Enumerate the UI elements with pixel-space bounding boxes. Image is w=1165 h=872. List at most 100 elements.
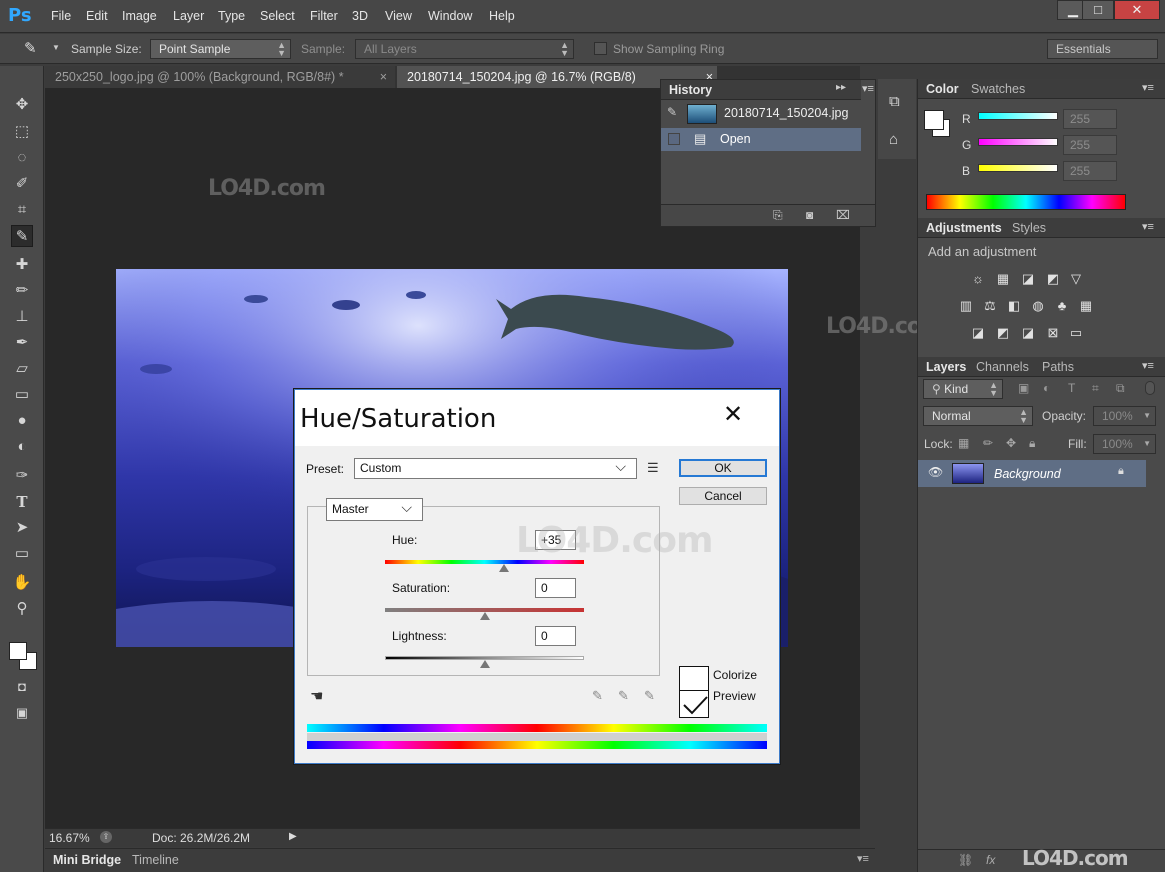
ok-button[interactable]: OK bbox=[679, 459, 767, 477]
threshold-icon[interactable]: ◪ bbox=[1020, 325, 1036, 341]
state-checkbox[interactable] bbox=[668, 133, 680, 145]
new-document-icon[interactable]: ⎘ bbox=[773, 208, 783, 223]
lightness-field[interactable]: 0 bbox=[535, 626, 576, 646]
gradient-tool-icon[interactable]: ▭ bbox=[11, 384, 33, 406]
status-menu-arrow-icon[interactable]: ▶ bbox=[289, 831, 297, 842]
channel-b-value[interactable]: 255 bbox=[1063, 161, 1117, 181]
menu-file[interactable]: File bbox=[51, 9, 71, 23]
camera-icon[interactable]: ◙ bbox=[806, 208, 813, 222]
saturation-field[interactable]: 0 bbox=[535, 578, 576, 598]
posterize-icon[interactable]: ◩ bbox=[995, 325, 1011, 341]
channel-r-slider[interactable] bbox=[978, 112, 1058, 120]
menu-select[interactable]: Select bbox=[260, 9, 295, 23]
layer-row[interactable]: 👁︎ Background 🔒︎ bbox=[918, 460, 1146, 487]
quick-select-tool-icon[interactable]: ✐ bbox=[11, 173, 33, 195]
lock-pixels-icon[interactable]: ▦ bbox=[958, 436, 969, 450]
panel-menu-icon[interactable]: ▾≡ bbox=[862, 82, 874, 95]
sample-size-select[interactable]: Point Sample ▲ ▼ bbox=[150, 39, 291, 59]
menu-layer[interactable]: Layer bbox=[173, 9, 204, 23]
tab-history[interactable]: History bbox=[669, 83, 712, 97]
panel-menu-icon[interactable]: ▾≡ bbox=[857, 852, 869, 865]
color-balance-icon[interactable]: ⚖ bbox=[982, 298, 998, 314]
eyedropper-plus-icon[interactable]: ✎ bbox=[618, 688, 629, 704]
dialog-close-icon[interactable]: ✕ bbox=[723, 400, 743, 429]
brightness-icon[interactable]: ☼ bbox=[970, 271, 986, 287]
history-brush-source-icon[interactable]: ✎ bbox=[667, 105, 677, 119]
channel-select[interactable]: Master ⌵ bbox=[326, 498, 423, 521]
eyedropper-icon[interactable]: ✎ bbox=[592, 688, 603, 704]
saturation-slider-thumb[interactable] bbox=[479, 612, 490, 620]
channel-r-value[interactable]: 255 bbox=[1063, 109, 1117, 129]
close-icon[interactable]: × bbox=[380, 66, 387, 88]
eyedropper-tool-icon[interactable]: ✎ bbox=[11, 225, 33, 247]
collapse-icon[interactable]: ▸▸ bbox=[836, 82, 846, 93]
lasso-tool-icon[interactable]: ◌ bbox=[11, 147, 33, 169]
menu-window[interactable]: Window bbox=[428, 9, 472, 23]
maximize-button[interactable]: □ bbox=[1082, 0, 1114, 20]
menu-view[interactable]: View bbox=[385, 9, 412, 23]
properties-panel-icon[interactable]: ⌂ bbox=[889, 131, 898, 148]
fx-icon[interactable]: fx bbox=[986, 853, 995, 867]
history-brush-icon[interactable]: ✒ bbox=[11, 332, 33, 354]
preset-select[interactable]: Custom ⌵ bbox=[354, 458, 637, 479]
dialog-titlebar[interactable]: Hue/Saturation ✕ bbox=[295, 390, 779, 446]
crop-tool-icon[interactable]: ⌗ bbox=[11, 199, 33, 221]
tab-adjustments[interactable]: Adjustments bbox=[926, 221, 1002, 235]
zoom-level[interactable]: 16.67% bbox=[49, 831, 90, 845]
zoom-tool-icon[interactable]: ⚲ bbox=[11, 598, 33, 620]
panel-menu-icon[interactable]: ▾≡ bbox=[1142, 81, 1154, 94]
tab-color[interactable]: Color bbox=[926, 82, 959, 96]
type-tool-icon[interactable]: T bbox=[11, 491, 33, 513]
quick-mask-icon[interactable]: ◘ bbox=[11, 676, 33, 698]
layer-name[interactable]: Background bbox=[994, 467, 1061, 481]
workspace-select[interactable]: Essentials bbox=[1047, 39, 1158, 59]
menu-type[interactable]: Type bbox=[218, 9, 245, 23]
cancel-button[interactable]: Cancel bbox=[679, 487, 767, 505]
layer-filter-select[interactable]: ⚲ Kind ▲ ▼ bbox=[923, 379, 1003, 399]
hand-tool-icon[interactable]: ✋ bbox=[11, 572, 33, 594]
marquee-tool-icon[interactable]: ⬚ bbox=[11, 121, 33, 143]
targeted-adjust-hand-icon[interactable]: ☚ bbox=[310, 687, 323, 705]
channel-mixer-icon[interactable]: ♣ bbox=[1054, 298, 1070, 314]
tab-swatches[interactable]: Swatches bbox=[971, 82, 1025, 96]
filter-type-icon[interactable]: T bbox=[1068, 381, 1075, 395]
shape-tool-icon[interactable]: ▭ bbox=[11, 543, 33, 565]
filter-pixel-icon[interactable]: ▣ bbox=[1018, 381, 1029, 395]
tab-mini-bridge[interactable]: Mini Bridge bbox=[53, 853, 121, 867]
trash-icon[interactable]: ⌧ bbox=[836, 208, 850, 222]
gradient-map-icon[interactable]: ⊠ bbox=[1045, 325, 1061, 341]
hue-sat-icon[interactable]: ▥ bbox=[958, 298, 974, 314]
dodge-tool-icon[interactable]: ◐ bbox=[11, 436, 33, 458]
lock-icon[interactable]: 🔒︎ bbox=[1029, 436, 1035, 451]
path-select-icon[interactable]: ➤ bbox=[11, 517, 33, 539]
levels-icon[interactable]: ▦ bbox=[995, 271, 1011, 287]
tab-timeline[interactable]: Timeline bbox=[132, 853, 179, 867]
lightness-slider-thumb[interactable] bbox=[479, 660, 490, 668]
exposure-icon[interactable]: ◩ bbox=[1045, 271, 1061, 287]
menu-filter[interactable]: Filter bbox=[310, 9, 338, 23]
history-snapshot[interactable]: ✎ 20180714_150204.jpg bbox=[661, 101, 861, 127]
photo-filter-icon[interactable]: ◍ bbox=[1030, 298, 1046, 314]
color-spectrum[interactable] bbox=[926, 194, 1126, 210]
screen-mode-icon[interactable]: ▣ bbox=[11, 702, 33, 724]
invert-icon[interactable]: ◪ bbox=[970, 325, 986, 341]
panel-menu-icon[interactable]: ▾≡ bbox=[1142, 220, 1154, 233]
menu-image[interactable]: Image bbox=[122, 9, 157, 23]
bw-icon[interactable]: ◧ bbox=[1006, 298, 1022, 314]
filter-adjust-icon[interactable]: ◐ bbox=[1043, 381, 1050, 395]
foreground-color-swatch-top[interactable] bbox=[9, 642, 27, 660]
move-tool-icon[interactable]: ✥ bbox=[11, 94, 33, 116]
show-ring-checkbox[interactable] bbox=[594, 42, 607, 55]
blur-tool-icon[interactable]: ● bbox=[11, 410, 33, 432]
channel-g-slider[interactable] bbox=[978, 138, 1058, 146]
blend-mode-select[interactable]: Normal ▲ ▼ bbox=[923, 406, 1033, 426]
preview-checkbox[interactable] bbox=[679, 690, 709, 718]
chevron-down-icon[interactable]: ▼ bbox=[52, 43, 60, 52]
pen-tool-icon[interactable]: ✑ bbox=[11, 465, 33, 487]
link-icon[interactable]: ⛓ bbox=[958, 853, 973, 867]
lock-move-icon[interactable]: ✥ bbox=[1006, 436, 1016, 450]
tab-layers[interactable]: Layers bbox=[926, 360, 966, 374]
vibrance-icon[interactable]: ▽ bbox=[1068, 271, 1084, 287]
history-state[interactable]: ▤ Open bbox=[661, 128, 861, 151]
colorize-checkbox[interactable] bbox=[679, 666, 709, 692]
